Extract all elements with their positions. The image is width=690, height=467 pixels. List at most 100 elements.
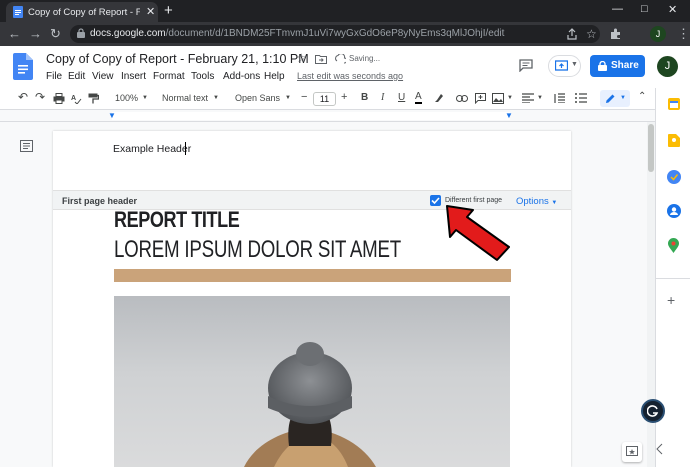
grammarly-icon — [647, 405, 659, 417]
docs-header: Copy of Copy of Report - February 21, 1:… — [0, 46, 690, 88]
undo-icon[interactable]: ↶ — [18, 90, 28, 104]
bookmark-star-icon[interactable]: ☆ — [586, 26, 597, 42]
side-panel-divider — [656, 278, 690, 279]
profile-avatar[interactable]: J — [650, 26, 666, 42]
left-indent-marker[interactable]: ▼ — [108, 111, 116, 120]
reload-icon[interactable]: ↻ — [50, 26, 61, 42]
header-options-button[interactable]: Options ▼ — [516, 196, 557, 207]
google-docs-icon[interactable] — [13, 53, 33, 80]
print-icon[interactable] — [53, 93, 65, 104]
insert-image-icon[interactable] — [492, 93, 504, 104]
editing-mode-button[interactable]: ▼ — [600, 90, 630, 107]
font-size-decrease-button[interactable]: − — [301, 91, 307, 103]
back-arrow-icon[interactable]: ← — [8, 26, 21, 42]
chevron-down-icon: ▼ — [537, 95, 543, 101]
last-edit-link[interactable]: Last edit was seconds ago — [297, 71, 403, 81]
lock-icon — [77, 28, 85, 38]
tasks-icon[interactable] — [667, 170, 681, 184]
cloud-sync-icon — [335, 54, 346, 64]
minimize-icon[interactable]: — — [612, 3, 623, 15]
chevron-down-icon: ▼ — [142, 95, 148, 101]
keep-icon[interactable] — [668, 134, 680, 147]
text-color-button[interactable]: A — [415, 91, 422, 104]
align-icon[interactable] — [522, 93, 534, 103]
report-subtitle[interactable]: LOREM IPSUM DOLOR SIT AMET — [114, 236, 401, 264]
menu-insert[interactable]: Insert — [121, 71, 146, 82]
browser-tab[interactable]: Copy of Copy of Report - February ✕ — [6, 2, 158, 22]
extensions-icon[interactable] — [610, 28, 622, 40]
window-close-icon[interactable]: ✕ — [668, 3, 677, 16]
menu-add-ons[interactable]: Add-ons — [223, 71, 260, 82]
font-size-increase-button[interactable]: + — [341, 91, 347, 103]
scrollbar-thumb[interactable] — [648, 124, 654, 172]
checklist-icon[interactable] — [575, 93, 587, 103]
expand-panel-icon[interactable] — [656, 443, 664, 455]
spelling-check-icon[interactable]: A — [71, 93, 82, 104]
forward-arrow-icon[interactable]: → — [29, 26, 42, 42]
maps-icon[interactable] — [668, 238, 679, 253]
browser-nav-bar: ← → ↻ docs.google.com/document/d/1BNDM25… — [0, 22, 690, 46]
menu-tools[interactable]: Tools — [191, 71, 214, 82]
address-bar[interactable]: docs.google.com/document/d/1BNDM25FTmvmJ… — [70, 25, 600, 43]
chevron-down-icon: ▼ — [620, 95, 626, 101]
paint-format-icon[interactable] — [88, 93, 99, 104]
url-text: docs.google.com/document/d/1BNDM25FTmvmJ… — [90, 28, 504, 39]
font-size-input[interactable]: 11 — [313, 92, 336, 106]
line-spacing-icon[interactable] — [553, 93, 565, 103]
contacts-icon[interactable] — [667, 204, 681, 218]
text-cursor — [185, 142, 186, 155]
star-icon[interactable]: ☆ — [296, 51, 307, 65]
bold-button[interactable]: B — [361, 92, 368, 103]
right-indent-marker[interactable]: ▼ — [505, 111, 513, 120]
share-label: Share — [611, 60, 639, 71]
highlight-icon[interactable] — [433, 93, 444, 104]
grammarly-button[interactable] — [641, 399, 665, 423]
person-with-beanie-image — [244, 342, 376, 467]
chevron-down-icon: ▼ — [571, 61, 578, 68]
annotation-arrow — [446, 205, 510, 261]
menu-format[interactable]: Format — [153, 71, 185, 82]
maximize-icon[interactable]: □ — [641, 3, 648, 15]
font-select[interactable]: Open Sans — [235, 93, 280, 103]
present-button[interactable]: ▼ — [548, 55, 581, 77]
report-title[interactable]: REPORT TITLE — [114, 207, 240, 233]
ruler-text-area — [112, 112, 510, 120]
style-select[interactable]: Normal text — [162, 93, 208, 103]
outline-icon[interactable] — [20, 140, 33, 152]
menu-help[interactable]: Help — [264, 71, 285, 82]
formatting-toolbar: ↶ ↷ A 100% ▼ Normal text ▼ Open Sans ▼ −… — [0, 88, 690, 110]
browser-menu-icon[interactable]: ⋮ — [677, 26, 690, 42]
menu-edit[interactable]: Edit — [68, 71, 85, 82]
menu-file[interactable]: File — [46, 71, 62, 82]
header-text[interactable]: Example Header — [113, 143, 191, 155]
chevron-down-icon: ▼ — [551, 200, 558, 206]
tab-title: Copy of Copy of Report - February — [28, 7, 140, 18]
move-folder-icon[interactable] — [315, 54, 327, 64]
add-addon-icon[interactable]: + — [667, 292, 675, 308]
underline-button[interactable]: U — [398, 92, 405, 103]
new-tab-button[interactable]: + — [164, 2, 173, 20]
account-avatar[interactable]: J — [657, 56, 678, 77]
chevron-down-icon: ▼ — [285, 95, 291, 101]
chevron-down-icon: ▼ — [213, 95, 219, 101]
link-icon[interactable] — [456, 95, 468, 102]
different-first-page-checkbox[interactable] — [430, 195, 441, 206]
explore-button[interactable] — [622, 442, 642, 462]
redo-icon[interactable]: ↷ — [35, 90, 45, 104]
share-button[interactable]: Share — [590, 55, 645, 77]
calendar-icon[interactable] — [668, 98, 680, 110]
share-page-icon[interactable] — [566, 28, 578, 40]
collapse-icon[interactable]: ⌃ — [638, 91, 646, 102]
document-title[interactable]: Copy of Copy of Report - February 21, 1:… — [46, 52, 309, 66]
tab-close-icon[interactable]: ✕ — [146, 5, 155, 18]
editing-pencil-icon — [606, 94, 615, 103]
cover-photo[interactable] — [114, 296, 510, 467]
zoom-select[interactable]: 100% — [115, 93, 138, 103]
tan-divider-bar — [114, 269, 511, 282]
insert-comment-icon[interactable] — [475, 93, 486, 104]
checkmark-icon — [431, 197, 440, 205]
ruler[interactable]: ▼ ▼ — [0, 110, 655, 122]
menu-view[interactable]: View — [92, 71, 114, 82]
comment-icon[interactable] — [519, 59, 533, 72]
italic-button[interactable]: I — [381, 92, 384, 103]
